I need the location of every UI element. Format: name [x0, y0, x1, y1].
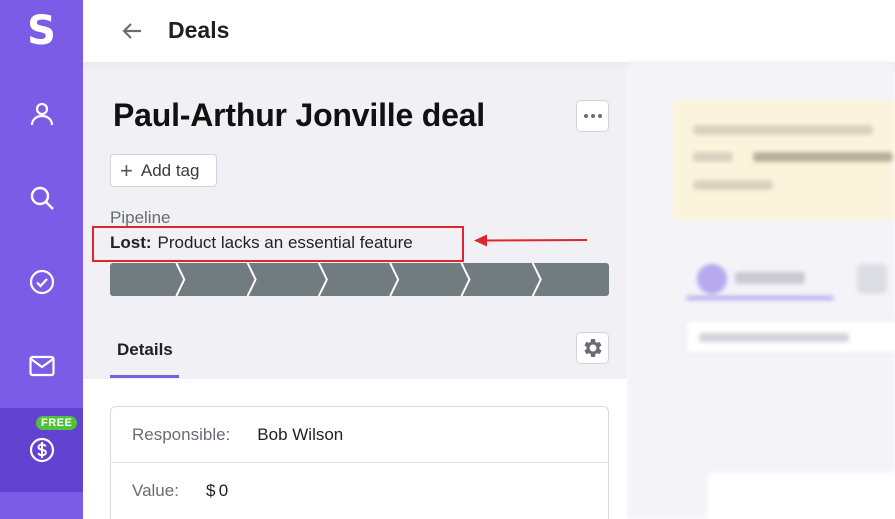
details-settings-button[interactable]	[576, 332, 609, 364]
blurred-note	[673, 100, 895, 220]
dollar-circle-icon	[29, 437, 54, 463]
details-card: Responsible: Bob Wilson Value: $ 0	[110, 406, 609, 519]
deal-title: Paul-Arthur Jonville deal	[113, 97, 485, 133]
responsible-value: Bob Wilson	[257, 424, 344, 444]
dot	[597, 114, 602, 118]
value-label: Value:	[132, 481, 179, 500]
mail-icon	[28, 355, 55, 377]
sidebar-item-tasks[interactable]	[0, 240, 83, 324]
sidebar-item-mail[interactable]	[0, 324, 83, 408]
blurred-activity-panel	[627, 62, 895, 519]
blurred-card	[707, 472, 895, 519]
value-row[interactable]: Value: $ 0	[111, 463, 608, 519]
blurred-line	[693, 125, 873, 135]
blurred-tab-text	[735, 272, 805, 284]
gear-icon	[583, 339, 602, 357]
value-value: $ 0	[205, 481, 229, 500]
blurred-input-text	[699, 333, 849, 342]
more-options-button[interactable]	[576, 100, 609, 132]
blurred-line	[693, 180, 773, 190]
sidebar-item-search[interactable]	[0, 156, 83, 240]
blurred-tab-underline	[687, 296, 833, 300]
back-arrow-icon[interactable]	[121, 19, 145, 43]
sidebar-item-contacts[interactable]	[0, 72, 83, 156]
free-badge: FREE	[36, 416, 78, 430]
responsible-row[interactable]: Responsible: Bob Wilson	[111, 407, 608, 463]
check-circle-icon	[29, 269, 54, 295]
blurred-line	[693, 152, 733, 162]
responsible-label: Responsible:	[132, 424, 231, 444]
add-tag-button[interactable]: + Add tag	[110, 154, 217, 187]
top-header: Deals	[83, 0, 895, 62]
dot	[590, 114, 595, 118]
sidebar-item-deals[interactable]: FREE	[0, 408, 83, 492]
tab-details[interactable]: Details	[117, 340, 173, 360]
add-tag-label: Add tag	[140, 160, 200, 180]
plus-icon: +	[120, 157, 133, 183]
app-logo[interactable]: S	[0, 6, 83, 56]
pipeline-stages	[110, 263, 609, 296]
page-title: Deals	[168, 17, 230, 43]
person-icon	[30, 102, 53, 126]
blurred-tab-icon	[697, 264, 727, 294]
pipeline-label: Pipeline	[110, 208, 171, 227]
blurred-tab-icon-2	[857, 264, 887, 294]
sidebar: S FREE	[0, 0, 83, 519]
annotation-arrow	[474, 234, 588, 247]
dot	[583, 114, 588, 118]
highlight-annotation-box	[92, 226, 464, 262]
search-icon	[30, 186, 54, 210]
tab-details-underline	[110, 375, 179, 378]
blurred-line	[753, 152, 893, 162]
